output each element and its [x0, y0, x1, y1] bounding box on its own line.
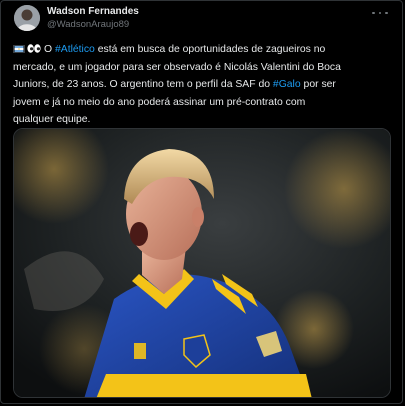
more-horizontal-icon — [372, 11, 375, 15]
tweet-line-2: mercado, e um jogador para ser observado… — [13, 61, 341, 73]
avatar[interactable] — [14, 5, 40, 31]
hashtag-atletico[interactable]: #Atlético — [55, 44, 95, 55]
more-options-button[interactable] — [372, 7, 388, 19]
tweet-line-1: O #Atlético está em busca de oportunidad… — [13, 41, 393, 59]
tweet-line-5: qualquer equipe. — [13, 114, 91, 125]
author-name[interactable]: Wadson Fernandes — [47, 6, 139, 17]
more-dot — [385, 11, 388, 15]
tweet-text-segment: O — [44, 44, 55, 55]
eyes-emoji-icon — [27, 44, 41, 53]
author-handle[interactable]: @WadsonAraujo89 — [47, 19, 129, 30]
tweet-text-segment: Juniors, de 23 anos. O argentino tem o p… — [13, 79, 273, 90]
avatar-image — [14, 5, 40, 31]
tweet-text-segment: está em busca de oportunidades de zaguei… — [94, 44, 326, 55]
tweet-text-segment: por ser — [300, 79, 336, 90]
tweet-line-3: Juniors, de 23 anos. O argentino tem o p… — [13, 76, 393, 94]
tweet-media-photo[interactable] — [13, 128, 391, 398]
player-photo — [14, 129, 390, 397]
tweet-text: O #Atlético está em busca de oportunidad… — [13, 41, 393, 129]
hashtag-galo[interactable]: #Galo — [273, 79, 301, 90]
argentina-flag-icon — [13, 45, 25, 53]
more-dot — [378, 11, 382, 15]
tweet-line-4: jovem e já no meio do ano poderá assinar… — [13, 96, 306, 108]
tweet-card[interactable]: Wadson Fernandes @WadsonAraujo89 O #Atlé… — [0, 0, 403, 404]
